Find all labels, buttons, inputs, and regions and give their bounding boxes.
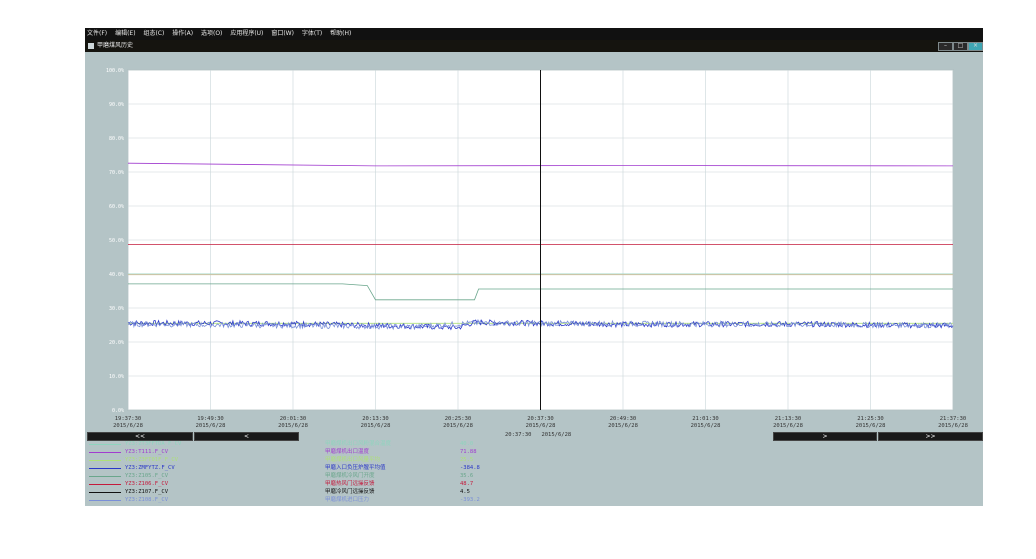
y-tick-label: 60.0% xyxy=(109,204,124,210)
legend-value: 25.5 xyxy=(460,457,474,463)
legend-value: 4.5 xyxy=(460,489,470,495)
x-tick-date: 2015/6/28 xyxy=(360,423,391,429)
y-tick-label: 0.0% xyxy=(112,408,124,414)
legend-swatch xyxy=(89,460,121,461)
y-tick-label: 30.0% xyxy=(109,306,124,312)
x-tick-time: 21:13:30 xyxy=(774,416,802,422)
legend-description: 甲磨入口负压炉膛平均值 xyxy=(325,465,386,471)
x-tick-date: 2015/6/28 xyxy=(608,423,638,429)
y-tick-label: 70.0% xyxy=(109,170,124,176)
x-tick-label: 21:01:30 2015/6/28 xyxy=(676,416,736,430)
trend-chart: 100.0% 90.0% 80.0% 70.0% 60.0% 50.0% 40.0% 30.0… xyxy=(106,68,954,414)
x-tick-date: 2015/6/28 xyxy=(938,423,968,429)
legend-tag: YZ3:ZT3FFTDA_F_CV xyxy=(125,441,182,447)
legend-row[interactable]: YZ3:Z107.F_CV 甲磨冷风门远操反馈 4.5 xyxy=(85,489,983,497)
legend-tag: YZ3:Z107.F_CV xyxy=(125,489,169,495)
scroll-right-button[interactable]: > xyxy=(773,432,877,441)
legend-row[interactable]: YZ3:Z105.F_CV 甲磨煤机冷风门开度 35.6 xyxy=(85,473,983,481)
legend-swatch xyxy=(89,468,121,469)
x-tick-time: 20:49:30 xyxy=(609,416,637,422)
legend-description: 甲磨煤机进口压力 xyxy=(325,497,370,503)
cursor-date: 2015/6/28 xyxy=(541,432,572,438)
x-tick-time: 20:25:30 xyxy=(444,416,472,422)
x-tick-label: 20:01:30 2015/6/28 xyxy=(263,416,323,430)
x-tick-date: 2015/6/28 xyxy=(690,423,721,429)
x-tick-date: 2015/6/28 xyxy=(278,423,308,429)
legend-description: 甲磨热风门远操反馈 xyxy=(325,481,375,487)
legend-row[interactable]: YZ3:ZT3FFTDA_F_CV 甲磨煤机出口风粉混合温度 40.0 xyxy=(85,441,983,449)
legend-swatch xyxy=(89,476,121,477)
y-tick-label: 20.0% xyxy=(109,340,124,346)
x-tick-time: 19:37:30 xyxy=(114,416,142,422)
legend-tag: YZ3:Z108.F_CV xyxy=(125,497,169,503)
x-tick-date: 2015/6/28 xyxy=(773,423,803,429)
x-tick-time: 21:01:30 xyxy=(692,416,719,422)
y-tick-label: 10.0% xyxy=(109,374,124,380)
legend-description: 甲磨煤机出口温度 xyxy=(325,449,370,455)
legend-tag: YZ3:Z105.F_CV xyxy=(125,473,169,479)
x-tick-date: 2015/6/28 xyxy=(525,423,556,429)
legend-row[interactable]: YZ3:Z106.F_CV 甲磨热风门远操反馈 48.7 xyxy=(85,481,983,489)
legend-value: 48.7 xyxy=(460,481,474,487)
y-tick-label: 100.0% xyxy=(106,68,124,74)
x-tick-time: 20:37:30 xyxy=(527,416,554,422)
cursor-time: 20:37:30 xyxy=(505,432,532,438)
scroll-far-left-button[interactable]: << xyxy=(87,432,193,441)
x-tick-label: 20:25:30 2015/6/28 xyxy=(428,416,488,430)
x-tick-date: 2015/6/28 xyxy=(855,423,886,429)
legend-swatch xyxy=(89,500,121,501)
cursor-time-label: 20:37:30 2015/6/28 xyxy=(505,432,571,438)
legend-row[interactable]: YZ3:Z3FT01F_F_CV 甲磨煤机出口风量平均 25.5 xyxy=(85,457,983,465)
x-tick-label: 20:13:30 2015/6/28 xyxy=(346,416,406,430)
legend-value: -384.8 xyxy=(460,465,480,471)
x-tick-label: 21:13:30 2015/6/28 xyxy=(758,416,818,430)
legend-description: 甲磨煤机出口风粉混合温度 xyxy=(325,441,392,447)
legend-swatch xyxy=(89,484,121,485)
x-tick-time: 19:49:30 xyxy=(197,416,224,422)
x-tick-label: 19:49:30 2015/6/28 xyxy=(181,416,241,430)
y-tick-label: 50.0% xyxy=(109,238,124,244)
legend-value: 35.6 xyxy=(460,473,474,479)
trend-window: 文件(F) 编辑(E) 组态(C) 操作(A) 选项(O) 应用程序(U) 窗口… xyxy=(85,28,983,506)
x-tick-date: 2015/6/28 xyxy=(443,423,473,429)
scroll-far-right-button[interactable]: >> xyxy=(878,432,983,441)
y-tick-label: 90.0% xyxy=(109,102,124,108)
x-tick-time: 21:25:30 xyxy=(857,416,884,422)
legend-tag: YZ3:ZMFYTZ.F_CV xyxy=(125,465,175,471)
x-tick-label: 20:49:30 2015/6/28 xyxy=(593,416,653,430)
legend-row[interactable]: YZ3:Z108.F_CV 甲磨煤机进口压力 -393.2 xyxy=(85,497,983,505)
x-tick-date: 2015/6/28 xyxy=(113,423,143,429)
x-tick-label: 21:25:30 2015/6/28 xyxy=(841,416,901,430)
legend-description: 甲磨煤机冷风门开度 xyxy=(325,473,375,479)
legend-swatch xyxy=(89,492,121,493)
x-tick-label: 20:37:30 2015/6/28 xyxy=(511,416,571,430)
legend-swatch xyxy=(89,444,121,445)
x-tick-time: 20:01:30 xyxy=(279,416,307,422)
y-tick-label: 80.0% xyxy=(109,136,124,142)
scroll-left-button[interactable]: < xyxy=(194,432,299,441)
legend-tag: YZ3:Z3FT01F_F_CV xyxy=(125,457,178,463)
x-tick-label: 21:37:30 2015/6/28 xyxy=(923,416,983,430)
x-tick-date: 2015/6/28 xyxy=(195,423,226,429)
legend-tag: YZ3:T111.F_CV xyxy=(125,449,169,455)
legend-value: 71.88 xyxy=(460,449,477,455)
legend-row[interactable]: YZ3:ZMFYTZ.F_CV 甲磨入口负压炉膛平均值 -384.8 xyxy=(85,465,983,473)
legend-swatch xyxy=(89,452,121,453)
legend-description: 甲磨冷风门远操反馈 xyxy=(325,489,375,495)
x-tick-time: 21:37:30 xyxy=(939,416,967,422)
legend-value: -393.2 xyxy=(460,497,480,503)
x-tick-label: 19:37:30 2015/6/28 xyxy=(98,416,158,430)
legend-description: 甲磨煤机出口风量平均 xyxy=(325,457,381,463)
y-tick-label: 40.0% xyxy=(109,272,124,278)
x-tick-time: 20:13:30 xyxy=(362,416,389,422)
legend-tag: YZ3:Z106.F_CV xyxy=(125,481,169,487)
legend-row[interactable]: YZ3:T111.F_CV 甲磨煤机出口温度 71.88 xyxy=(85,449,983,457)
legend-value: 40.0 xyxy=(460,441,474,447)
